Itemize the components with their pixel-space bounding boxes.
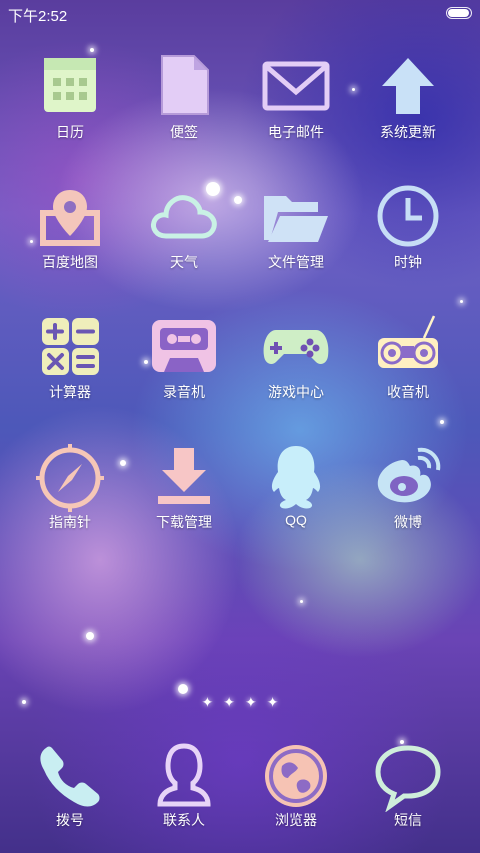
app-label: 拨号 [56,812,84,828]
speech-bubble-icon [375,745,441,812]
note-icon [161,55,209,115]
qq-penguin-icon [271,446,321,509]
app-games[interactable]: 游戏中心 [240,312,352,424]
app-label: 日历 [56,124,84,140]
app-maps[interactable]: 百度地图 [14,182,126,294]
envelope-icon [262,61,330,111]
radio-icon [378,315,438,368]
contact-icon [157,743,211,807]
app-label: 联系人 [163,812,205,828]
app-email[interactable]: 电子邮件 [240,52,352,164]
download-icon [158,448,210,504]
cloud-icon [151,195,217,239]
app-label: 收音机 [387,384,429,400]
app-downloads[interactable]: 下载管理 [128,442,240,554]
app-qq[interactable]: QQ [240,442,352,554]
app-calendar[interactable]: 日历 [14,52,126,164]
page-dot[interactable]: ✦ [267,694,279,711]
gamepad-icon [263,330,329,364]
app-compass[interactable]: 指南针 [14,442,126,554]
app-label: 短信 [394,812,422,828]
page-dot[interactable]: ✦ [223,694,235,711]
arrow-up-icon [382,58,434,114]
page-indicator: ✦ ✦ ✦ ✦ [0,694,480,712]
app-label: 浏览器 [275,812,317,828]
app-label: 天气 [170,254,198,270]
dock-dialer[interactable]: 拨号 [14,740,126,852]
app-clock[interactable]: 时钟 [352,182,464,294]
app-label: 时钟 [394,254,422,270]
app-label: 系统更新 [380,124,436,140]
app-files[interactable]: 文件管理 [240,182,352,294]
weibo-icon [377,447,441,503]
globe-icon [265,745,327,807]
app-weibo[interactable]: 微博 [352,442,464,554]
dock-messages[interactable]: 短信 [352,740,464,852]
app-weather[interactable]: 天气 [128,182,240,294]
app-radio[interactable]: 收音机 [352,312,464,424]
app-label: 文件管理 [268,254,324,270]
app-label: 录音机 [163,384,205,400]
app-label: 计算器 [49,384,91,400]
app-recorder[interactable]: 录音机 [128,312,240,424]
status-time: 下午2:52 [8,8,68,25]
cassette-icon [152,320,216,372]
compass-icon [36,444,104,512]
folder-icon [264,196,328,242]
app-calculator[interactable]: 计算器 [14,312,126,424]
app-label: 指南针 [49,514,91,530]
app-label: 百度地图 [42,254,98,270]
app-label: 电子邮件 [268,124,324,140]
battery-icon [446,7,472,19]
page-dot[interactable]: ✦ [245,694,257,711]
app-notes[interactable]: 便签 [128,52,240,164]
app-label: QQ [285,512,307,528]
calculator-icon [42,318,99,375]
dock-contacts[interactable]: 联系人 [128,740,240,852]
app-update[interactable]: 系统更新 [352,52,464,164]
calendar-icon [44,58,96,112]
phone-icon [40,746,100,807]
map-pin-icon [40,190,100,246]
app-label: 便签 [170,124,198,140]
app-label: 下载管理 [156,514,212,530]
app-label: 微博 [394,514,422,530]
dock-browser[interactable]: 浏览器 [240,740,352,852]
page-dot[interactable]: ✦ [202,694,214,711]
status-bar: 下午2:52 [0,0,480,28]
clock-icon [377,185,439,247]
app-label: 游戏中心 [268,384,324,400]
